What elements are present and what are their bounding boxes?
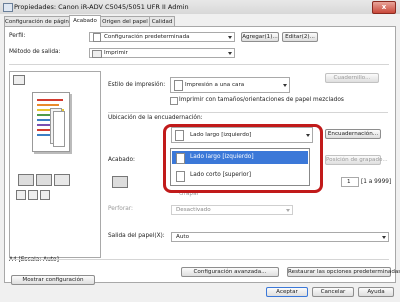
encuadernacion-select[interactable]: Lado largo [izquierdo] bbox=[171, 127, 313, 143]
page-preview bbox=[9, 71, 101, 258]
cancelar-button[interactable]: Cancelar bbox=[312, 287, 354, 297]
layout-icon[interactable] bbox=[16, 190, 26, 200]
window-title: Propiedades: Canon iR-ADV C5045/5051 UFR… bbox=[14, 3, 189, 11]
perforar-value: Desactivado bbox=[176, 207, 211, 213]
metodo-salida-select[interactable]: Imprimir bbox=[89, 48, 235, 58]
estilo-impresion-value: Impresión a una cara bbox=[185, 82, 245, 88]
close-button[interactable]: x bbox=[372, 1, 396, 14]
layout-icon[interactable] bbox=[28, 190, 38, 200]
preview-bar bbox=[37, 104, 59, 106]
binding-long-edge-icon bbox=[175, 130, 184, 141]
header-divider bbox=[9, 64, 389, 65]
estilo-impresion-select[interactable]: Impresión a una cara bbox=[170, 77, 290, 93]
preview-mode-icon[interactable] bbox=[13, 75, 25, 85]
agregar-button[interactable]: Agregar(1)... bbox=[241, 32, 279, 42]
printer-window-icon bbox=[3, 3, 13, 12]
configuracion-avanzada-button[interactable]: Configuración avanzada... bbox=[181, 267, 279, 277]
title-bar: Propiedades: Canon iR-ADV C5045/5051 UFR… bbox=[0, 0, 400, 14]
metodo-salida-value: Imprimir bbox=[104, 50, 128, 56]
stapler-icon bbox=[112, 176, 128, 188]
restaurar-opciones-button[interactable]: Restaurar las opciones predeterminadas bbox=[287, 267, 400, 277]
mostrar-configuracion-button[interactable]: Mostrar configuración bbox=[11, 275, 95, 285]
option-label: Lado largo [izquierdo] bbox=[190, 154, 254, 160]
chevron-down-icon bbox=[283, 84, 287, 87]
tab-acabado[interactable]: Acabado bbox=[69, 15, 101, 27]
editar-button[interactable]: Editar(2)... bbox=[282, 32, 318, 42]
bottom-divider bbox=[9, 259, 389, 260]
chevron-down-icon bbox=[306, 134, 310, 137]
salida-papel-select[interactable]: Auto bbox=[171, 232, 389, 242]
chevron-down-icon bbox=[286, 209, 290, 212]
copies-spinner[interactable]: 1 bbox=[341, 177, 359, 187]
perfil-value: Configuración predeterminada bbox=[104, 34, 190, 40]
estilo-impresion-label: Estilo de impresión: bbox=[108, 82, 166, 88]
binding-short-edge-icon bbox=[176, 171, 185, 182]
single-sided-icon bbox=[174, 80, 183, 91]
acabado-label: Acabado: bbox=[108, 157, 136, 163]
option-label: Lado corto [superior] bbox=[190, 172, 252, 178]
ubicacion-encuadernacion-label: Ubicación de la encuadernación: bbox=[108, 115, 203, 121]
binding-long-edge-icon bbox=[176, 153, 185, 164]
profile-icon bbox=[93, 33, 101, 42]
option-lado-largo[interactable]: Lado largo [izquierdo] bbox=[172, 151, 308, 164]
perforar-label: Perforar: bbox=[108, 206, 133, 212]
printer-icon bbox=[92, 50, 102, 58]
posicion-grapado-button[interactable]: Posición de grapado... bbox=[325, 155, 388, 165]
salida-papel-value: Auto bbox=[176, 234, 189, 240]
spinner-value: 1 bbox=[347, 179, 351, 185]
perforar-select[interactable]: Desactivado bbox=[171, 205, 293, 215]
perfil-label: Perfil: bbox=[9, 33, 26, 39]
encuadernacion-value: Lado largo [izquierdo] bbox=[190, 132, 252, 138]
chevron-down-icon bbox=[228, 36, 232, 39]
preview-caption: A4 [Escala: Auto] bbox=[9, 257, 59, 263]
encuadernacion-dropdown-list: Lado largo [izquierdo] Lado corto [super… bbox=[170, 148, 310, 186]
grapar-label: Grapar bbox=[179, 191, 200, 197]
printer-icon bbox=[36, 174, 52, 186]
salida-papel-label: Salida del papel(X): bbox=[108, 233, 165, 239]
chevron-down-icon bbox=[382, 236, 386, 239]
printer-icon bbox=[18, 174, 34, 186]
metodo-salida-label: Método de salida: bbox=[9, 49, 61, 55]
layout-icon[interactable] bbox=[40, 190, 50, 200]
chevron-down-icon bbox=[228, 52, 232, 55]
aceptar-button[interactable]: Aceptar bbox=[266, 287, 308, 297]
perfil-select[interactable]: Configuración predeterminada bbox=[89, 32, 235, 42]
cuadernillo-button[interactable]: Cuadernillo... bbox=[325, 73, 379, 83]
output-tray-icon bbox=[54, 174, 70, 186]
spinner-range: [1 a 9999] bbox=[361, 179, 392, 185]
ayuda-button[interactable]: Ayuda bbox=[358, 287, 394, 297]
paper-stack-icon bbox=[50, 108, 65, 147]
option-lado-corto[interactable]: Lado corto [superior] bbox=[172, 169, 308, 182]
preview-bar bbox=[37, 99, 63, 101]
mezclados-checkbox[interactable] bbox=[170, 97, 178, 105]
mezclados-label: Imprimir con tamaños/orientaciones de pa… bbox=[179, 97, 344, 103]
printer-properties-window: Propiedades: Canon iR-ADV C5045/5051 UFR… bbox=[0, 0, 400, 302]
section-divider bbox=[108, 112, 388, 113]
encuadernacion-button[interactable]: Encuadernación... bbox=[325, 129, 381, 139]
